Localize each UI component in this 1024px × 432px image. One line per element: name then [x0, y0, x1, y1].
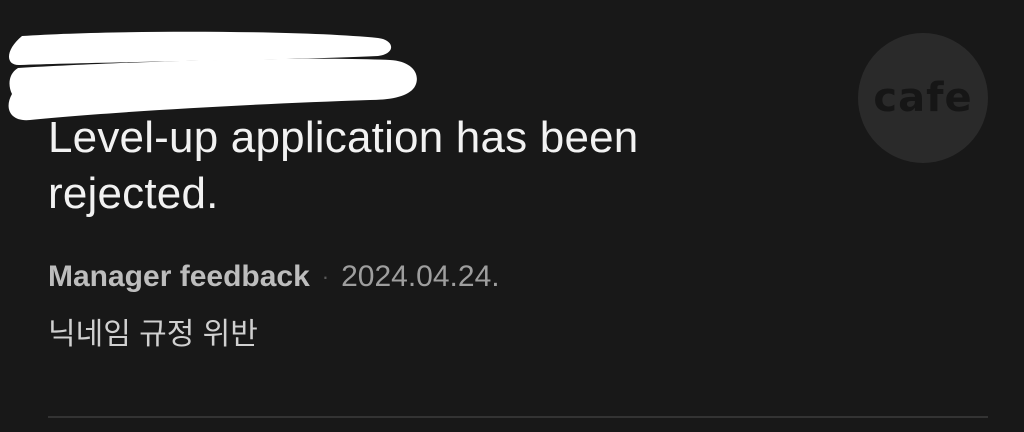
notification-sender: Manager feedback [48, 260, 310, 293]
notification-item[interactable]: Level-up application has been rejected. … [0, 0, 1024, 432]
notification-title: Level-up application has been rejected. [48, 113, 639, 218]
meta-separator: · [321, 264, 330, 289]
notification-meta: Manager feedback · 2024.04.24. [48, 257, 500, 297]
cafe-avatar: cafe [858, 33, 988, 163]
rejection-reason: 닉네임 규정 위반 [48, 318, 258, 351]
notification-date: 2024.04.24. [341, 260, 500, 293]
cafe-logo-text: cafe [873, 75, 973, 121]
list-divider [48, 416, 988, 418]
